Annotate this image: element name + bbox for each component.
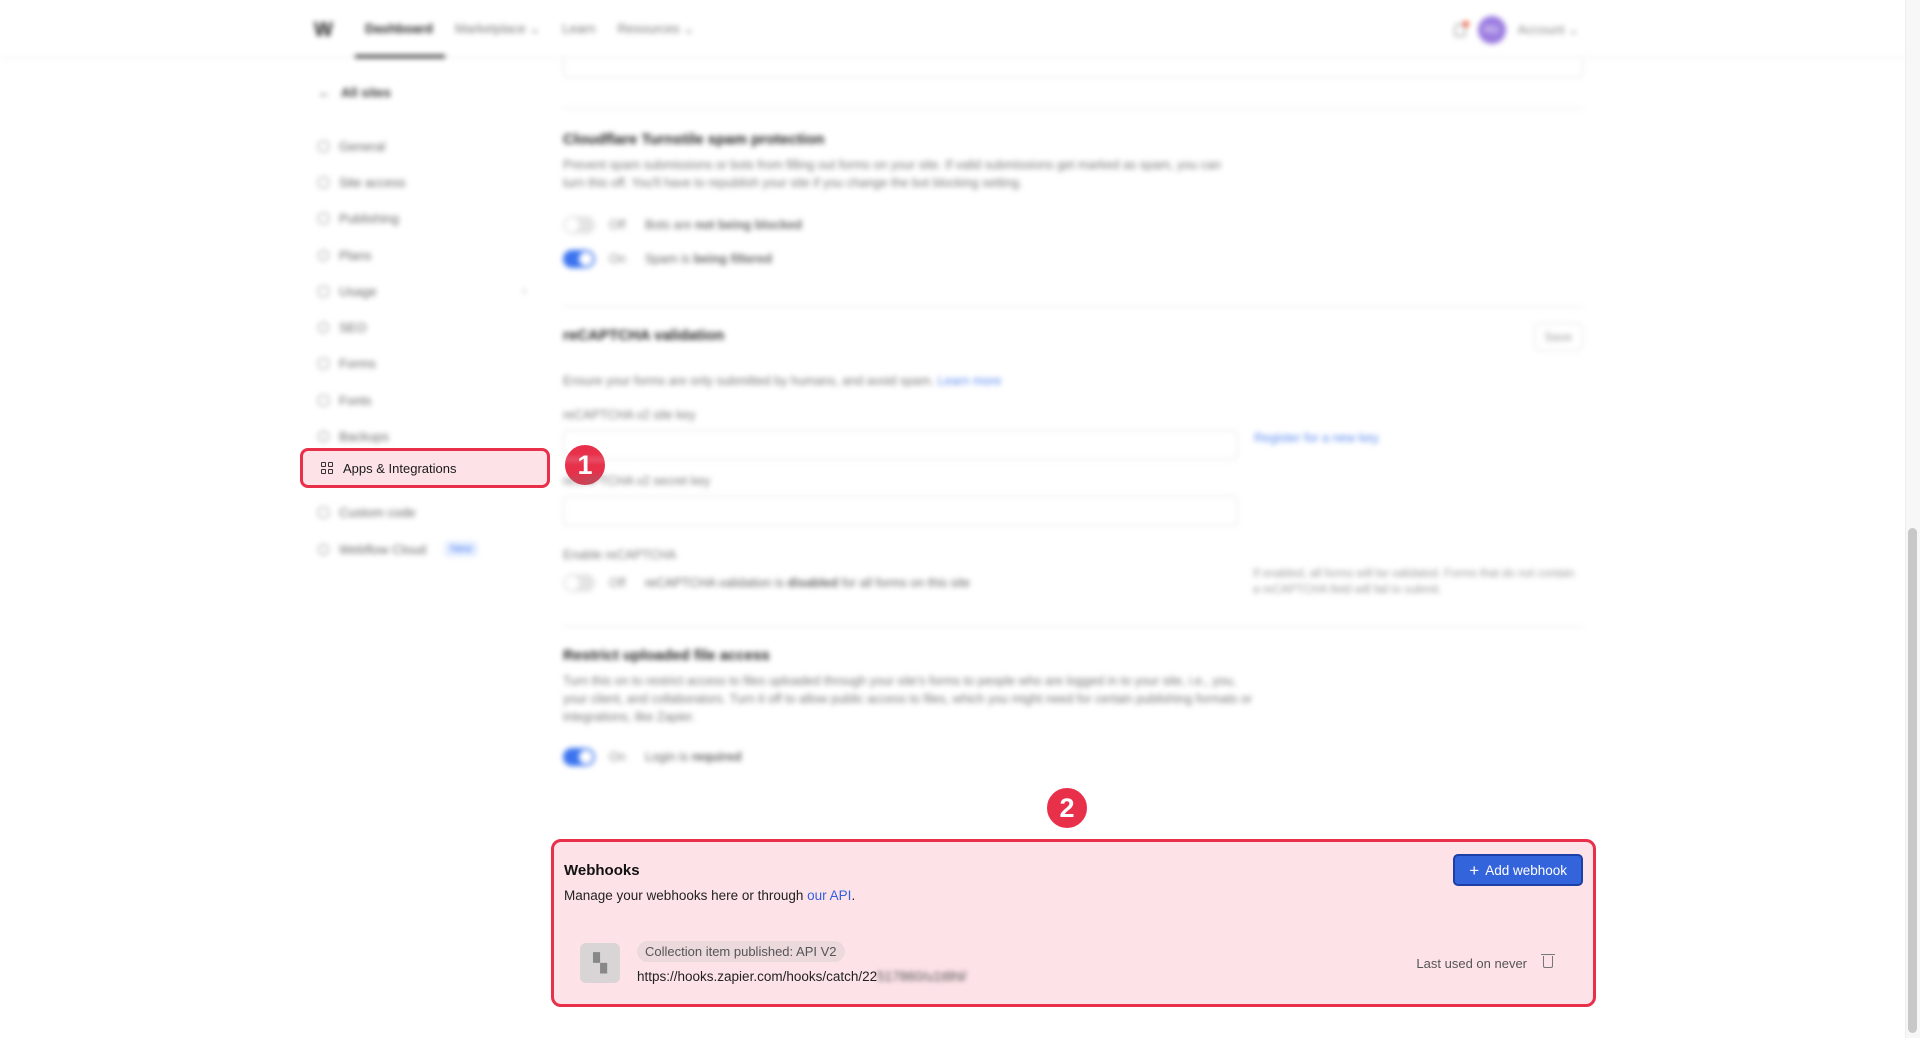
webhooks-section: Webhooks Manage your webhooks here or th… [551, 839, 1596, 1007]
secret-key-input[interactable] [563, 496, 1238, 526]
recaptcha-note: If enabled, all forms will be validated.… [1253, 568, 1575, 596]
notification-bell-icon[interactable] [1453, 21, 1469, 37]
divider [563, 108, 1583, 109]
recaptcha-enable-option: Off reCAPTCHA validation is disabled for… [563, 566, 970, 600]
sidebar-item-site-access[interactable]: Site access [300, 164, 550, 200]
nav-active-underline [355, 55, 445, 58]
avatar[interactable]: RD [1477, 16, 1506, 44]
new-badge: New [444, 541, 479, 558]
webhook-last-used: Last used on never [1416, 956, 1527, 971]
code-icon [318, 507, 329, 519]
webhooks-description: Manage your webhooks here or through our… [564, 888, 856, 903]
publish-icon [318, 213, 329, 225]
all-sites-link[interactable]: ← All sites [300, 74, 550, 110]
forms-icon [318, 358, 329, 370]
account-area: RD Account ⌄ [1453, 16, 1580, 44]
sidebar-item-plans[interactable]: Plans [300, 237, 550, 273]
api-link[interactable]: our API [807, 888, 851, 903]
webflow-logo[interactable]: W [314, 19, 333, 42]
search-icon [318, 322, 329, 334]
restrict-description: Turn this on to restrict access to files… [563, 674, 1253, 724]
arrow-left-icon: ← [318, 84, 331, 100]
gauge-icon [318, 285, 329, 297]
add-webhook-button[interactable]: + Add webhook [1453, 854, 1583, 886]
sidebar-item-general[interactable]: General [300, 128, 550, 164]
restrict-option: On Login is required [563, 740, 1583, 774]
nav-dashboard[interactable]: Dashboard [365, 21, 433, 37]
trash-icon[interactable] [1541, 954, 1555, 968]
nav-resources[interactable]: Resources ⌄ [617, 21, 694, 37]
gear-icon [318, 140, 329, 152]
sidebar-item-webflow-cloud[interactable]: Webflow Cloud New [300, 531, 550, 567]
divider [563, 626, 1583, 627]
webhook-event-badge: Collection item published: API V2 [637, 941, 845, 962]
sidebar-item-usage[interactable]: Usage › [300, 273, 550, 309]
divider [563, 306, 1583, 307]
font-icon [318, 394, 329, 406]
sidebar-item-forms[interactable]: Forms [300, 346, 550, 382]
turnstile-off-option: Off Bots are not being blocked [563, 208, 1583, 242]
scrollbar[interactable] [1905, 0, 1920, 1038]
webhook-url: https://hooks.zapier.com/hooks/catch/225… [637, 969, 967, 984]
scrollbar-thumb[interactable] [1908, 528, 1917, 1033]
recaptcha-save-button[interactable]: Save [1533, 323, 1583, 351]
recaptcha-toggle[interactable] [563, 574, 595, 592]
settings-content: Cloudflare Turnstile spam protection Pre… [563, 58, 1583, 774]
chevron-right-icon: › [522, 285, 526, 298]
webhook-puzzle-icon: ▚ [580, 943, 620, 983]
key-icon [318, 176, 329, 188]
turnstile-on-toggle[interactable] [563, 250, 595, 268]
nav-learn[interactable]: Learn [562, 21, 595, 37]
apps-grid-icon [321, 462, 333, 474]
restrict-toggle[interactable] [563, 748, 595, 766]
sidebar-item-apps-integrations[interactable]: Apps & Integrations [300, 448, 550, 488]
enable-recaptcha-label: Enable reCAPTCHA [563, 548, 677, 562]
previous-field[interactable] [563, 58, 1583, 78]
plans-icon [318, 249, 329, 261]
webhooks-title: Webhooks [564, 862, 640, 879]
cloud-icon [318, 543, 329, 555]
nav-marketplace[interactable]: Marketplace ⌄ [455, 21, 540, 37]
sidebar-item-custom-code[interactable]: Custom code [300, 495, 550, 531]
sidebar-item-seo[interactable]: SEO [300, 309, 550, 345]
recaptcha-description: Ensure your forms are only submitted by … [563, 374, 935, 388]
register-key-link[interactable]: Register for a new key. [1254, 431, 1381, 445]
site-key-label: reCAPTCHA v2 site key [563, 408, 696, 422]
account-menu[interactable]: Account ⌄ [1518, 22, 1580, 38]
settings-sidebar: ← All sites General Site access Publishi… [300, 74, 550, 567]
plus-icon: + [1469, 860, 1480, 880]
main-nav: Dashboard Marketplace ⌄ Learn Resources … [365, 21, 694, 37]
site-key-input[interactable] [563, 430, 1238, 460]
turnstile-title: Cloudflare Turnstile spam protection [563, 131, 825, 148]
sidebar-item-fonts[interactable]: Fonts [300, 382, 550, 418]
restrict-title: Restrict uploaded file access [563, 647, 770, 664]
turnstile-off-toggle[interactable] [563, 216, 595, 234]
learn-more-link[interactable]: Learn more [938, 374, 1002, 388]
secret-key-label: reCAPTCHA v2 secret key [563, 474, 711, 488]
backup-icon [318, 431, 329, 443]
turnstile-on-option: On Spam is being filtered [563, 242, 1583, 276]
top-navigation-bar: W Dashboard Marketplace ⌄ Learn Resource… [0, 0, 1905, 58]
sidebar-item-publishing[interactable]: Publishing [300, 201, 550, 237]
turnstile-description: Prevent spam submissions or bots from fi… [563, 158, 1221, 190]
step-2-badge: 2 [1045, 786, 1089, 830]
recaptcha-title: reCAPTCHA validation [563, 327, 725, 344]
